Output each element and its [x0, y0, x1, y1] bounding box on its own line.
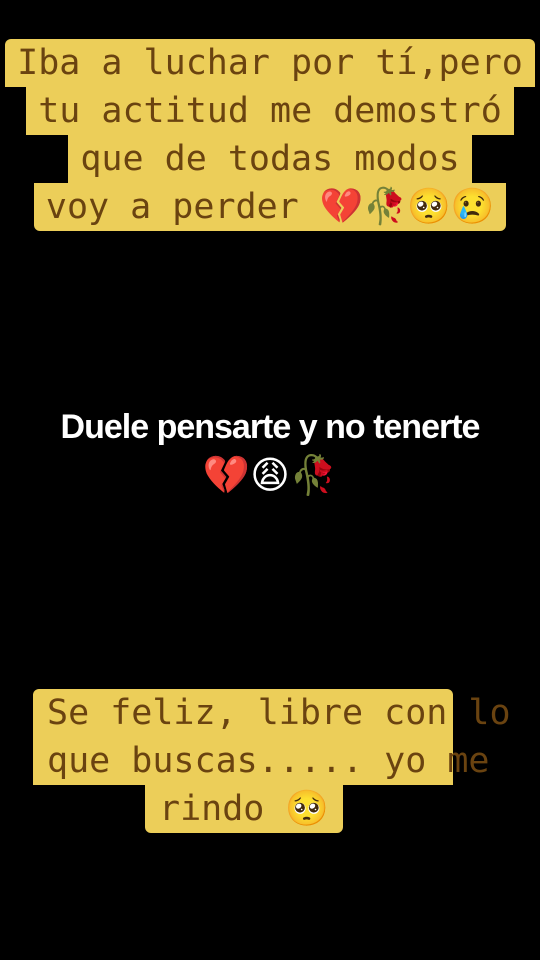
bottom-caption-line-3: rindo 🥺 [145, 785, 344, 833]
story-screen: Iba a luchar por tí,pero tu actitud me d… [0, 0, 540, 960]
center-caption-text: Duele pensarte y no tenerte [60, 408, 481, 446]
bottom-caption-line-2: que buscas..... yo me [33, 737, 490, 785]
top-caption-line-1: Iba a luchar por tí,pero [5, 39, 535, 87]
bottom-caption-line-1: Se feliz, libre con lo [33, 689, 511, 737]
top-caption-line-2: tu actitud me demostró [26, 87, 514, 135]
center-caption-emojis: 💔😩🥀 [202, 453, 338, 497]
center-caption: Duele pensarte y no tenerte 💔😩🥀 [0, 404, 540, 500]
top-caption-line-4: voy a perder 💔🥀🥺😢 [33, 183, 507, 231]
top-caption-line-3: que de todas modos [68, 135, 472, 183]
bottom-caption: Se feliz, libre con lo que buscas..... y… [0, 689, 540, 833]
top-caption: Iba a luchar por tí,pero tu actitud me d… [0, 39, 540, 231]
